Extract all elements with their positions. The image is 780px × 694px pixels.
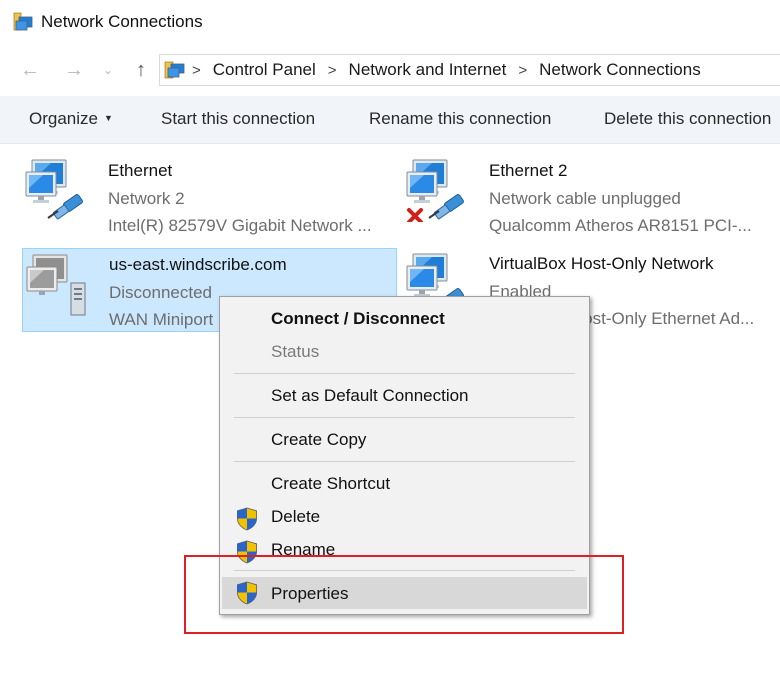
- menu-item-create-shortcut[interactable]: Create Shortcut: [222, 470, 587, 500]
- title-bar: Network Connections: [0, 0, 780, 46]
- breadcrumb-network-connections[interactable]: Network Connections: [539, 60, 701, 80]
- connection-name: us-east.windscribe.com: [109, 255, 287, 274]
- menu-item-connect-disconnect[interactable]: Connect / Disconnect: [222, 305, 587, 335]
- menu-item-set-default-connection[interactable]: Set as Default Connection: [222, 382, 587, 412]
- menu-item-label: Status: [271, 342, 320, 361]
- caret-down-icon: ▼: [103, 113, 113, 123]
- address-bar[interactable]: > Control Panel > Network and Internet >…: [159, 54, 780, 86]
- navigation-bar: ← → ⌄ ↑ > Control Panel > Network and In…: [0, 46, 780, 94]
- connection-status: Disconnected: [109, 283, 213, 302]
- window-title: Network Connections: [41, 12, 203, 31]
- menu-item-delete[interactable]: Delete: [222, 503, 587, 533]
- arrow-right-icon[interactable]: →: [60, 58, 88, 82]
- menu-item-create-copy[interactable]: Create Copy: [222, 426, 587, 456]
- menu-item-label: Create Shortcut: [271, 474, 391, 493]
- connection-status: Network cable unplugged: [489, 189, 681, 208]
- ethernet-adapter-unplugged-icon: [406, 159, 466, 222]
- ethernet-adapter-icon: [25, 159, 85, 221]
- organize-label: Organize: [29, 109, 98, 128]
- menu-separator: [234, 417, 575, 418]
- connection-item-ethernet-2[interactable]: Ethernet 2 Network cable unplugged Qualc…: [403, 156, 773, 240]
- arrow-left-icon[interactable]: ←: [16, 58, 44, 82]
- vpn-connection-icon: [26, 254, 86, 316]
- connection-device: WAN Miniport: [109, 310, 214, 329]
- breadcrumb-network-and-internet[interactable]: Network and Internet: [349, 60, 507, 80]
- connection-device: Qualcomm Atheros AR8151 PCI-...: [489, 216, 752, 235]
- connection-device: Intel(R) 82579V Gigabit Network ...: [108, 216, 372, 235]
- chevron-right-icon[interactable]: >: [518, 62, 527, 79]
- menu-item-label: Set as Default Connection: [271, 386, 469, 405]
- chevron-right-icon[interactable]: >: [192, 62, 201, 79]
- chevron-down-icon[interactable]: ⌄: [100, 58, 116, 82]
- rename-connection-button[interactable]: Rename this connection: [369, 109, 551, 129]
- start-connection-button[interactable]: Start this connection: [161, 109, 315, 129]
- connection-name: Ethernet: [108, 161, 173, 180]
- connection-status: Network 2: [108, 189, 185, 208]
- chevron-right-icon[interactable]: >: [328, 62, 337, 79]
- menu-separator: [234, 461, 575, 462]
- arrow-up-icon[interactable]: ↑: [128, 58, 154, 82]
- highlight-annotation-box: [184, 555, 624, 634]
- menu-separator: [234, 373, 575, 374]
- uac-shield-icon: [236, 507, 258, 531]
- breadcrumb: > Control Panel > Network and Internet >…: [190, 55, 701, 85]
- delete-connection-button[interactable]: Delete this connection: [604, 109, 771, 129]
- organize-button[interactable]: Organize ▼: [29, 109, 113, 129]
- menu-item-label: Create Copy: [271, 430, 367, 449]
- menu-item-label: Connect / Disconnect: [271, 309, 445, 328]
- connection-item-ethernet[interactable]: Ethernet Network 2 Intel(R) 82579V Gigab…: [22, 156, 394, 240]
- connection-name: Ethernet 2: [489, 161, 568, 180]
- command-bar: Organize ▼ Start this connection Rename t…: [0, 96, 780, 144]
- network-connections-icon: [13, 12, 33, 31]
- breadcrumb-control-panel[interactable]: Control Panel: [213, 60, 316, 80]
- connection-name: VirtualBox Host-Only Network: [489, 254, 714, 273]
- control-panel-icon: [164, 61, 185, 79]
- menu-item-status: Status: [222, 338, 587, 368]
- menu-item-label: Delete: [271, 507, 321, 526]
